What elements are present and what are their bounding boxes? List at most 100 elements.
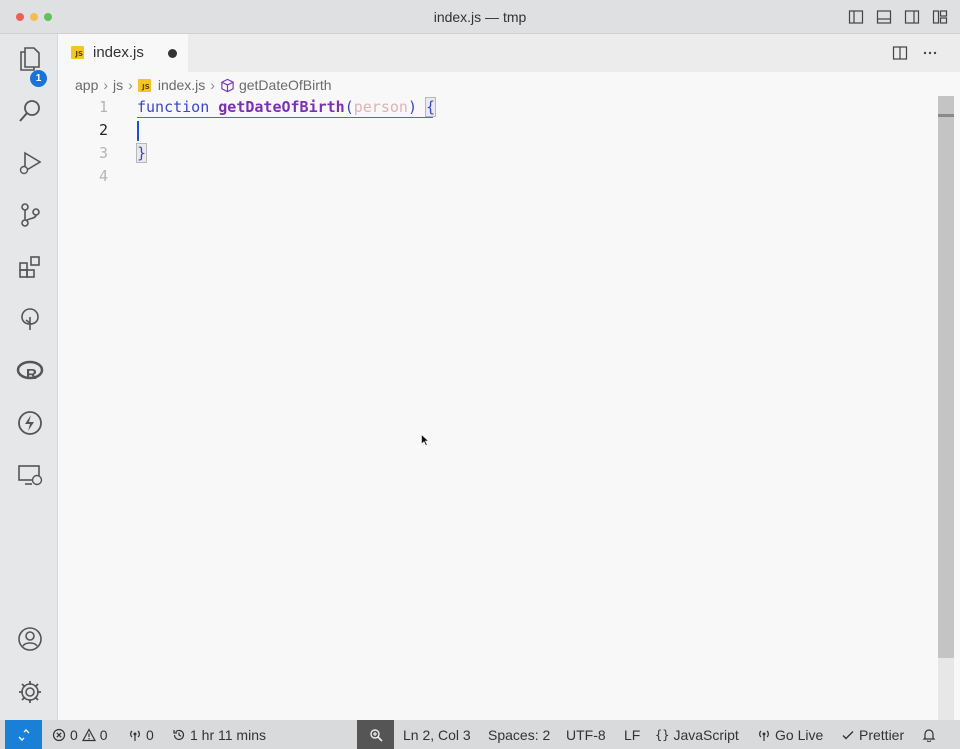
svg-text:R: R xyxy=(26,366,37,383)
extensions-icon xyxy=(19,256,40,278)
toggle-secondary-sidebar-icon[interactable] xyxy=(904,9,920,25)
code-line-active[interactable]: 2 xyxy=(58,119,938,142)
remote-indicator-button[interactable] xyxy=(5,720,42,749)
cursor-position-marker xyxy=(938,114,954,117)
explorer-badge: 1 xyxy=(30,70,47,87)
notifications-button[interactable] xyxy=(922,720,936,749)
gear-icon xyxy=(19,681,41,703)
ports-indicator[interactable]: 0 xyxy=(128,720,154,749)
manage-button[interactable] xyxy=(15,677,45,707)
code-line[interactable]: 1 function getDateOfBirth(person) { xyxy=(58,96,938,119)
source-control-button[interactable] xyxy=(15,200,45,230)
line-number: 1 xyxy=(98,98,108,116)
status-bar: 0 0 0 1 hr 11 mins Ln 2, Col 3 Spaces: 2… xyxy=(0,720,960,749)
thunder-client-button[interactable] xyxy=(15,408,45,438)
go-live-label: Go Live xyxy=(775,726,824,743)
tree-view-button[interactable] xyxy=(15,304,45,334)
tab-label: index.js xyxy=(93,44,144,61)
accounts-button[interactable] xyxy=(15,624,45,654)
line-number: 3 xyxy=(98,144,108,162)
mouse-pointer-icon xyxy=(421,434,429,446)
parameter-token: person xyxy=(353,98,408,116)
run-debug-button[interactable] xyxy=(15,148,45,178)
search-icon xyxy=(19,100,40,122)
toggle-panel-icon[interactable] xyxy=(876,9,892,25)
customize-layout-icon[interactable] xyxy=(932,9,948,25)
search-button[interactable] xyxy=(15,96,45,126)
unsaved-dot-icon[interactable] xyxy=(168,49,177,58)
prettier-button[interactable]: Prettier xyxy=(841,720,904,749)
line-number: 2 xyxy=(98,121,108,139)
title-bar: index.js — tmp xyxy=(0,0,960,34)
activity-bar: 1 R xyxy=(0,34,58,720)
paren-token: ) xyxy=(407,98,417,116)
check-icon xyxy=(842,730,854,739)
braces-icon: {} xyxy=(655,727,670,742)
open-brace-token: { xyxy=(424,97,437,117)
remote-explorer-icon xyxy=(18,465,43,486)
cursor-position[interactable]: Ln 2, Col 3 xyxy=(403,720,471,749)
paren-token: ( xyxy=(344,98,354,116)
encoding[interactable]: UTF-8 xyxy=(566,720,606,749)
run-debug-icon xyxy=(19,151,42,175)
window-title: index.js — tmp xyxy=(433,9,527,25)
end-of-line[interactable]: LF xyxy=(624,720,640,749)
function-name-token: getDateOfBirth xyxy=(218,98,345,116)
text-cursor xyxy=(137,121,139,141)
time-tracker[interactable]: 1 hr 11 mins xyxy=(172,720,266,749)
chevron-right-icon: › xyxy=(103,77,109,93)
warning-icon xyxy=(81,727,96,741)
error-count: 0 xyxy=(70,726,78,743)
time-text: 1 hr 11 mins xyxy=(190,726,266,743)
more-actions-icon[interactable] xyxy=(922,45,938,61)
breadcrumb: app › js › JS index.js › getDateOfBirth xyxy=(75,76,332,94)
explorer-button[interactable]: 1 xyxy=(15,44,47,87)
js-file-icon: JS xyxy=(137,78,151,92)
breadcrumb-item-file[interactable]: index.js xyxy=(158,77,205,93)
split-editor-icon[interactable] xyxy=(892,45,908,61)
cube-icon xyxy=(221,78,234,92)
go-live-button[interactable]: Go Live xyxy=(757,720,823,749)
chevron-right-icon: › xyxy=(128,77,133,93)
keyword-token: function xyxy=(137,98,210,116)
indentation[interactable]: Spaces: 2 xyxy=(488,720,550,749)
ports-count: 0 xyxy=(146,726,154,743)
close-brace-token: } xyxy=(135,143,148,163)
extensions-button[interactable] xyxy=(15,252,45,282)
zoom-button[interactable] xyxy=(357,720,394,749)
remote-explorer-button[interactable] xyxy=(15,460,45,490)
remote-icon xyxy=(18,728,29,741)
r-logo-icon: R xyxy=(16,360,44,383)
breadcrumb-item-function[interactable]: getDateOfBirth xyxy=(239,77,332,93)
toggle-primary-sidebar-icon[interactable] xyxy=(848,9,864,25)
bell-icon xyxy=(922,728,936,742)
breadcrumb-item-js[interactable]: js xyxy=(113,77,123,93)
history-icon xyxy=(173,729,185,740)
warning-count: 0 xyxy=(99,726,108,743)
account-icon xyxy=(18,627,42,651)
source-control-icon xyxy=(21,203,40,227)
r-language-button[interactable]: R xyxy=(15,356,45,386)
code-line[interactable]: 4 xyxy=(58,165,938,188)
zoom-icon xyxy=(369,728,383,742)
chevron-right-icon: › xyxy=(210,77,215,93)
breadcrumb-item-app[interactable]: app xyxy=(75,77,98,93)
code-editor[interactable]: 1 function getDateOfBirth(person) { 2 3 … xyxy=(58,96,938,720)
broadcast-icon xyxy=(759,730,769,741)
signature-underline xyxy=(137,117,433,118)
tree-icon xyxy=(21,308,39,330)
error-icon xyxy=(52,728,66,741)
language-text: JavaScript xyxy=(673,726,739,743)
files-icon xyxy=(20,47,40,71)
lightning-icon xyxy=(18,411,42,435)
scrollbar-thumb[interactable] xyxy=(938,96,954,658)
tab-bar: JS index.js xyxy=(58,34,960,72)
js-file-icon: JS xyxy=(71,46,84,59)
language-mode[interactable]: {} JavaScript xyxy=(655,720,739,749)
code-line[interactable]: 3 } xyxy=(58,142,938,165)
broadcast-icon xyxy=(130,730,140,741)
line-number: 4 xyxy=(98,167,108,185)
tab-index-js[interactable]: JS index.js xyxy=(58,34,188,72)
prettier-label: Prettier xyxy=(859,726,905,743)
problems-indicator[interactable]: 0 0 xyxy=(52,720,108,749)
